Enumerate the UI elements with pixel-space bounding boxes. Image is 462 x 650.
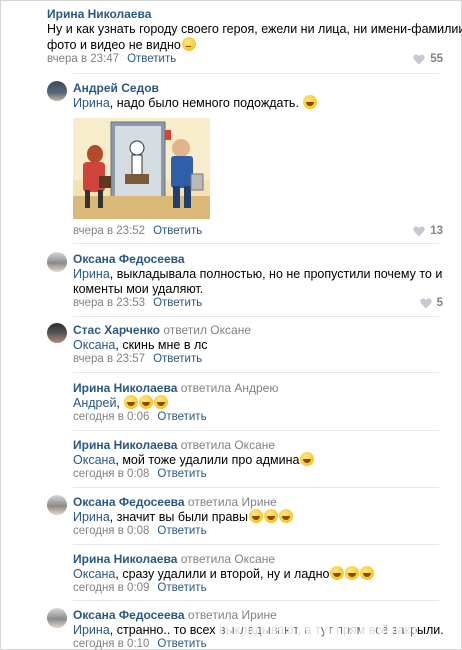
laughing-emoji-icon	[279, 509, 294, 523]
comment-text: Ирина, надо было немного подождать.	[73, 95, 318, 112]
comment-meta: сегодня в 0:06 Ответить	[73, 411, 207, 423]
comment-author[interactable]: Оксана Федосеева ответила Ирине	[73, 608, 277, 622]
like-button[interactable]: 55	[413, 53, 443, 65]
addressee-link[interactable]: Ирина	[73, 623, 110, 637]
comment-text: фото и видео не видно	[47, 37, 196, 54]
comment-author[interactable]: Оксана Федосеева ответила Ирине	[73, 495, 277, 509]
comment-time[interactable]: сегодня в 0:08	[73, 525, 149, 537]
like-count: 55	[430, 53, 443, 65]
comment-author[interactable]: Ирина Николаева ответила Андрею	[73, 381, 278, 395]
laughing-emoji-icon	[303, 95, 318, 109]
comment-author[interactable]: Ирина Николаева ответила Оксане	[73, 552, 275, 566]
addressee-link[interactable]: Оксана	[73, 567, 115, 581]
laughing-emoji-icon	[345, 566, 360, 580]
laughing-emoji-icon	[124, 395, 139, 409]
comment-time[interactable]: вчера в 23:53	[73, 297, 145, 309]
comment-time[interactable]: сегодня в 0:06	[73, 411, 149, 423]
heart-icon	[413, 226, 425, 236]
cartoon-image[interactable]	[73, 118, 210, 219]
reply-button[interactable]: Ответить	[157, 582, 206, 594]
comment-author[interactable]: Ирина Николаева	[47, 7, 151, 21]
heart-icon	[413, 54, 425, 64]
comment-author[interactable]: Стас Харченко ответил Оксане	[73, 323, 251, 337]
comment-text: Оксана, сразу удалили и второй, ну и лад…	[73, 566, 375, 583]
divider	[73, 73, 439, 74]
comment-text: Ну и как узнать городу своего героя, еже…	[47, 22, 462, 36]
reply-button[interactable]: Ответить	[153, 353, 202, 365]
comment-text: коменты мои удаляют.	[73, 282, 204, 296]
laughing-emoji-icon	[300, 452, 315, 466]
comment-text: Ирина, значит вы были правы	[73, 509, 294, 526]
addressee-link[interactable]: Оксана	[73, 453, 115, 467]
laughing-emoji-icon	[264, 509, 279, 523]
comment-author[interactable]: Оксана Федосеева	[73, 252, 185, 266]
comment-meta: сегодня в 0:08 Ответить	[73, 468, 207, 480]
divider	[73, 600, 439, 601]
comment-text: Андрей,	[73, 395, 169, 412]
divider	[73, 544, 439, 545]
comment-time[interactable]: сегодня в 0:09	[73, 582, 149, 594]
reply-button[interactable]: Ответить	[157, 468, 206, 480]
laughing-emoji-icon	[139, 395, 154, 409]
comment-author[interactable]: Андрей Седов	[73, 81, 159, 95]
addressee-link[interactable]: Ирина	[73, 96, 110, 110]
like-button[interactable]: 5	[419, 297, 443, 309]
comment-meta: вчера в 23:57 Ответить	[73, 353, 202, 365]
avatar[interactable]	[47, 81, 67, 101]
like-count: 5	[436, 297, 443, 309]
addressee-link[interactable]: Ирина	[73, 510, 110, 524]
comment-time[interactable]: сегодня в 0:10	[73, 638, 149, 650]
reply-button[interactable]: Ответить	[153, 297, 202, 309]
comment-text: Ирина, странно.. то всех выкладывают, а …	[73, 623, 444, 637]
laughing-emoji-icon	[330, 566, 345, 580]
comment-time[interactable]: вчера в 23:52	[73, 225, 145, 237]
addressee-link[interactable]: Ирина	[73, 267, 110, 281]
laughing-emoji-icon	[360, 566, 375, 580]
heart-icon	[419, 298, 432, 308]
comment-time[interactable]: сегодня в 0:08	[73, 468, 149, 480]
comment-author[interactable]: Ирина Николаева ответила Оксане	[73, 438, 275, 452]
reply-button[interactable]: Ответить	[127, 53, 176, 65]
divider	[73, 372, 439, 373]
comments-panel: Ирина Николаева Ну и как узнать городу с…	[0, 0, 462, 650]
comment-meta: вчера в 23:53 Ответить	[73, 297, 202, 309]
thinking-emoji-icon	[181, 37, 196, 51]
laughing-emoji-icon	[249, 509, 264, 523]
comment-meta: вчера в 23:47 Ответить	[47, 53, 176, 65]
comment-time[interactable]: вчера в 23:47	[47, 53, 119, 65]
avatar[interactable]	[47, 495, 67, 515]
divider	[73, 487, 439, 488]
comment-meta: вчера в 23:52 Ответить	[73, 225, 202, 237]
divider	[73, 430, 439, 431]
reply-button[interactable]: Ответить	[153, 225, 202, 237]
avatar[interactable]	[47, 252, 67, 272]
divider	[73, 243, 439, 244]
laughing-emoji-icon	[154, 395, 169, 409]
reply-button[interactable]: Ответить	[157, 638, 206, 650]
reply-button[interactable]: Ответить	[157, 411, 206, 423]
avatar[interactable]	[47, 608, 67, 628]
avatar[interactable]	[47, 323, 67, 343]
divider	[73, 316, 439, 317]
comment-text: Оксана, скинь мне в лс	[73, 338, 208, 352]
like-count: 13	[430, 225, 443, 237]
reply-button[interactable]: Ответить	[157, 525, 206, 537]
comment-time[interactable]: вчера в 23:57	[73, 353, 145, 365]
addressee-link[interactable]: Оксана	[73, 338, 115, 352]
comment-text: Оксана, мой тоже удалили про админа	[73, 452, 315, 469]
addressee-link[interactable]: Андрей	[73, 396, 116, 410]
comment-meta: сегодня в 0:10 Ответить	[73, 638, 207, 650]
comment-meta: сегодня в 0:09 Ответить	[73, 582, 207, 594]
comment-meta: сегодня в 0:08 Ответить	[73, 525, 207, 537]
like-button[interactable]: 13	[413, 225, 443, 237]
